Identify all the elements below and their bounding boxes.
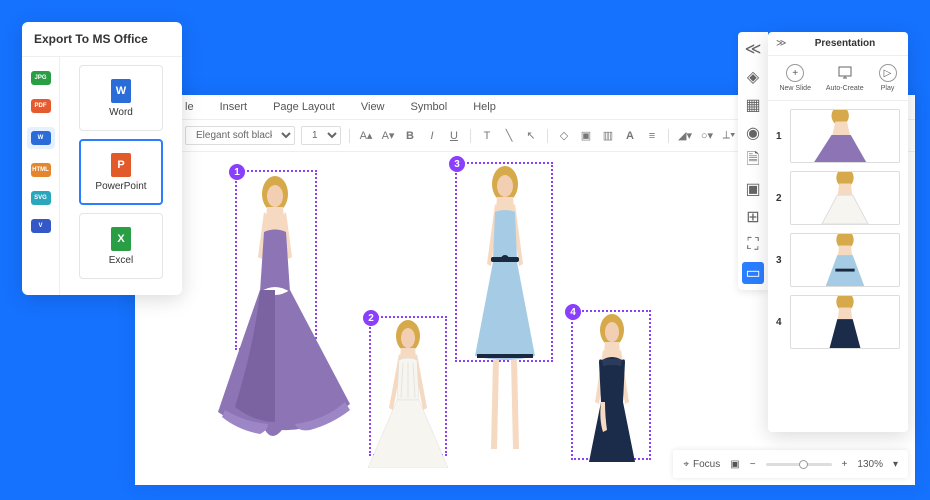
excel-icon: X	[111, 227, 131, 251]
fit-icon[interactable]: ⛶	[742, 234, 764, 256]
export-side-formats: JPG PDF W HTML SVG V	[22, 57, 60, 295]
text-align-icon[interactable]: A	[622, 128, 638, 144]
collapse-strip-icon[interactable]: ≪	[742, 38, 764, 60]
screen-icon	[836, 64, 854, 82]
list-icon[interactable]: ≡	[644, 128, 660, 144]
grid-icon[interactable]: ▦	[742, 94, 764, 116]
export-card-word[interactable]: W Word	[79, 65, 163, 131]
format-html[interactable]: HTML	[31, 163, 51, 177]
export-card-powerpoint[interactable]: P PowerPoint	[79, 139, 163, 205]
new-slide-button[interactable]: + New Slide	[779, 64, 811, 92]
word-icon: W	[111, 79, 131, 103]
crop-icon[interactable]: ⟂▾	[721, 128, 737, 144]
powerpoint-icon: P	[111, 153, 131, 177]
slide-thumb-3[interactable]: 3	[776, 233, 900, 287]
image-icon[interactable]: ▣	[578, 128, 594, 144]
figure-navy-dress[interactable]	[569, 312, 655, 462]
clip-icon[interactable]: ⊞	[742, 206, 764, 228]
format-visio[interactable]: V	[31, 219, 51, 233]
shape-icon[interactable]: ◇	[556, 128, 572, 144]
format-svg[interactable]: SVG	[31, 191, 51, 205]
presentation-panel: ≫ Presentation + New Slide Auto-Create ▷…	[768, 32, 908, 432]
presentation-title: Presentation	[790, 38, 900, 49]
menu-item-view[interactable]: View	[361, 101, 385, 113]
play-icon: ▷	[879, 64, 897, 82]
fit-icon[interactable]: ▣	[730, 459, 739, 470]
paint-icon[interactable]: ◈	[742, 66, 764, 88]
format-jpg[interactable]: JPG	[31, 71, 51, 85]
format-word[interactable]: W	[31, 131, 51, 145]
figure-blue-dress[interactable]	[455, 164, 555, 459]
fontsize-select[interactable]: 12	[301, 126, 341, 145]
status-bar: ⌖ Focus ▣ − + 130% ▾	[673, 450, 908, 478]
collapse-icon[interactable]: ≫	[776, 38, 790, 49]
zoom-slider[interactable]	[766, 463, 832, 466]
zoom-value: 130%	[857, 459, 883, 470]
slide-list: 1 2 3 4	[768, 101, 908, 357]
layers-icon[interactable]: ◉	[742, 122, 764, 144]
font-select[interactable]: Elegant soft black	[185, 126, 295, 145]
plus-icon: +	[786, 64, 804, 82]
zoom-in-button[interactable]: +	[842, 459, 848, 470]
picture-icon[interactable]: ▣	[742, 178, 764, 200]
menu-item-pagelayout[interactable]: Page Layout	[273, 101, 335, 113]
menu-item-help[interactable]: Help	[473, 101, 496, 113]
zoom-out-button[interactable]: −	[750, 459, 756, 470]
stroke-icon[interactable]: ○▾	[699, 128, 715, 144]
figure-white-dress[interactable]	[353, 318, 463, 468]
play-button[interactable]: ▷ Play	[879, 64, 897, 92]
italic-icon[interactable]: I	[424, 128, 440, 144]
auto-create-button[interactable]: Auto-Create	[826, 64, 864, 92]
line-tool-icon[interactable]: ╲	[501, 128, 517, 144]
export-card-label: PowerPoint	[95, 181, 146, 192]
menu-item[interactable]: le	[185, 101, 194, 113]
underline-icon[interactable]: U	[446, 128, 462, 144]
focus-button[interactable]: ⌖ Focus	[683, 459, 720, 470]
cursor-icon[interactable]: ↖	[523, 128, 539, 144]
export-card-excel[interactable]: X Excel	[79, 213, 163, 279]
figure-purple-gown[interactable]	[210, 172, 360, 462]
increase-size-icon[interactable]: A▴	[358, 128, 374, 144]
format-pdf[interactable]: PDF	[31, 99, 51, 113]
slide-thumb-4[interactable]: 4	[776, 295, 900, 349]
fill-color-icon[interactable]: ◢▾	[677, 128, 693, 144]
slide-thumb-2[interactable]: 2	[776, 171, 900, 225]
focus-icon: ⌖	[683, 459, 689, 470]
text-tool-icon[interactable]: T	[479, 128, 495, 144]
presentation-icon[interactable]: ▭	[742, 262, 764, 284]
decrease-size-icon[interactable]: A▾	[380, 128, 396, 144]
export-panel: Export To MS Office JPG PDF W HTML SVG V…	[22, 22, 182, 295]
zoom-dropdown-icon[interactable]: ▾	[893, 459, 898, 470]
slide-thumb-1[interactable]: 1	[776, 109, 900, 163]
menu-item-symbol[interactable]: Symbol	[411, 101, 448, 113]
export-card-label: Word	[109, 107, 133, 118]
export-title: Export To MS Office	[22, 22, 182, 57]
menu-item-insert[interactable]: Insert	[220, 101, 248, 113]
page-icon[interactable]: 🗎	[742, 150, 764, 172]
bold-icon[interactable]: B	[402, 128, 418, 144]
export-card-label: Excel	[109, 255, 133, 266]
right-tool-strip: ≪ ◈ ▦ ◉ 🗎 ▣ ⊞ ⛶ ▭	[738, 32, 768, 290]
chart-icon[interactable]: ▥	[600, 128, 616, 144]
